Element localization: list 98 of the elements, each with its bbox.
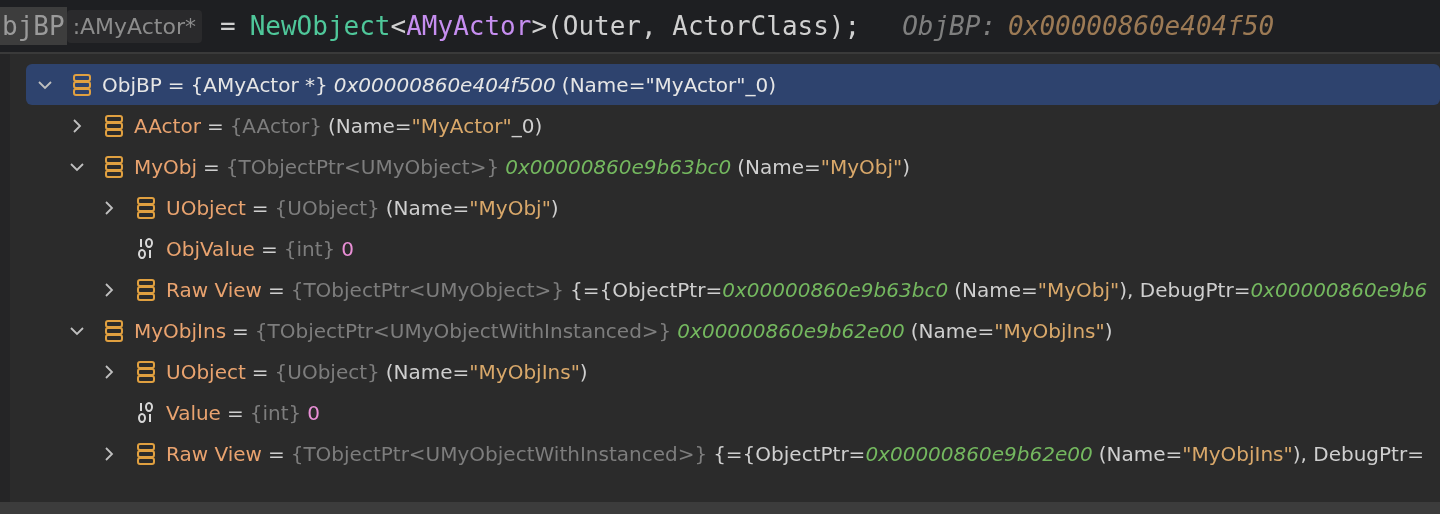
type-hint: :AMyActor* (66, 9, 202, 43)
variable-row[interactable]: MyObjIns = {TObjectPtr<UMyObjectWithInstanced>} 0x00000860e9b62e00 (Name="MyObjIns") (26, 310, 1440, 351)
code-token: AMyActor (406, 11, 532, 41)
variable-type: {TObjectPtr<UMyObject>} (290, 277, 564, 302)
variable-name: MyObjIns (134, 318, 227, 343)
variable-type: {TObjectPtr<UMyObject>} (225, 154, 500, 179)
struct-icon (72, 72, 92, 97)
equals-sign: = (260, 236, 278, 261)
equals-sign: = (251, 359, 269, 384)
variable-row[interactable]: AActor = {AActor} (Name="MyActor"_0) (26, 105, 1440, 146)
variable-name: MyObj (134, 154, 198, 179)
variable-row[interactable]: UObject = {UObject} (Name="MyObj") (26, 187, 1440, 228)
value-text: ) (1104, 318, 1113, 343)
address-value: 0x00000860e9b62e00 (865, 441, 1093, 466)
struct-icon (136, 441, 156, 466)
string-value: "MyObj" (1037, 277, 1120, 302)
value-text: (Name= (910, 318, 995, 343)
struct-icon (104, 154, 124, 179)
number-value: 0 (307, 400, 320, 425)
equals-sign: = (226, 400, 244, 425)
string-value: "MyObjIns" (994, 318, 1105, 343)
value-text: {={ObjectPtr= (713, 441, 866, 466)
value-text: ) (902, 154, 910, 179)
variable-name: ObjBP (102, 72, 162, 97)
struct-icon (136, 277, 156, 302)
value-text: (Name= (561, 72, 646, 97)
string-value: "MyObjIns" (469, 359, 580, 384)
expand-chevron-icon[interactable] (102, 446, 116, 461)
expand-chevron-icon[interactable] (70, 118, 84, 133)
equals-sign: = (267, 441, 285, 466)
equals-sign: = (206, 113, 224, 138)
code-token: = (220, 11, 236, 41)
expand-chevron-icon[interactable] (102, 282, 116, 297)
struct-icon (136, 195, 156, 220)
string-value: "MyObjIns" (1182, 441, 1293, 466)
variable-row[interactable]: Raw View = {TObjectPtr<UMyObject>} {={ObjectPtr=0x00000860e9b63bc0 (Name="MyObj"), DebugPtr=0x00000860e9b6 (26, 269, 1440, 310)
variable-type: {TObjectPtr<UMyObjectWithInstanced>} (290, 441, 708, 466)
value-text: (Name= (327, 113, 412, 138)
address-value: 0x00000860e9b63bc0 (722, 277, 949, 302)
address-value: 0x00000860e9b6 (1250, 277, 1428, 302)
variable-type: {int} (249, 400, 302, 425)
value-text: (Name= (385, 195, 470, 220)
variable-row[interactable]: Value = {int} 0 (26, 392, 1440, 433)
variable-row[interactable]: ObjValue = {int} 0 (26, 228, 1440, 269)
value-text: _0) (745, 72, 777, 97)
variable-type: {UObject} (274, 359, 380, 384)
struct-icon (104, 318, 124, 343)
variable-row[interactable]: Raw View = {TObjectPtr<UMyObjectWithInstanced>} {={ObjectPtr=0x00000860e9b62e00 (Name="MyObjIns"), DebugPtr= (26, 433, 1440, 474)
equals-sign: = (251, 195, 269, 220)
variable-name: ObjValue (166, 236, 255, 261)
variable-type: {int} (283, 236, 336, 261)
value-text: ), DebugPtr= (1119, 277, 1251, 302)
expand-chevron-icon[interactable] (102, 200, 116, 215)
variable-type: {TObjectPtr<UMyObjectWithInstanced>} (254, 318, 672, 343)
address-value: 0x00000860e404f500 (333, 72, 556, 97)
address-value: 0x00000860e9b62e00 (677, 318, 905, 343)
variable-name: AActor (134, 113, 201, 138)
code-token: >(Outer, ActorClass); (531, 11, 861, 41)
string-value: "MyActor" (645, 72, 746, 97)
variable-name: UObject (166, 195, 246, 220)
value-text: (Name= (385, 359, 470, 384)
struct-icon (104, 113, 124, 138)
variable-type: {AActor} (229, 113, 322, 138)
value-text: ) (579, 359, 588, 384)
string-value: "MyObj" (469, 195, 551, 220)
expand-chevron-icon[interactable] (102, 364, 116, 379)
value-text: {={ObjectPtr= (569, 277, 723, 302)
binary-icon (136, 236, 156, 261)
variable-row[interactable]: ObjBP = {AMyActor *} 0x00000860e404f500 (Name="MyActor"_0) (26, 64, 1440, 105)
code-token: bjBP (0, 7, 67, 45)
value-text: (Name= (737, 154, 821, 179)
variable-name: Value (166, 400, 221, 425)
value-text: (Name= (1098, 441, 1183, 466)
variable-name: UObject (166, 359, 246, 384)
debug-inline-value: ObjBP: (902, 11, 997, 41)
string-value: "MyActor" (411, 113, 512, 138)
struct-icon (136, 359, 156, 384)
value-text: (Name= (954, 277, 1038, 302)
address-value: 0x00000860e9b63bc0 (505, 154, 732, 179)
variable-type: {AMyActor *} (190, 72, 328, 97)
variable-name: Raw View (166, 277, 262, 302)
variable-type: {UObject} (274, 195, 380, 220)
code-token: < (390, 11, 407, 41)
equals-sign: = (267, 277, 285, 302)
debug-inline-value: 0x00000860e404f50 (1008, 11, 1275, 41)
variable-name: Raw View (166, 441, 262, 466)
value-text: _0) (511, 113, 543, 138)
string-value: "MyObj" (820, 154, 903, 179)
variable-row[interactable]: UObject = {UObject} (Name="MyObjIns") (26, 351, 1440, 392)
value-text: ), DebugPtr= (1292, 441, 1424, 466)
variable-row[interactable]: MyObj = {TObjectPtr<UMyObject>} 0x00000860e9b63bc0 (Name="MyObj") (26, 146, 1440, 187)
equals-sign: = (167, 72, 185, 97)
value-text: ) (550, 195, 559, 220)
binary-icon (136, 400, 156, 425)
equals-sign: = (203, 154, 220, 179)
code-token: NewObject (249, 11, 391, 41)
number-value: 0 (341, 236, 354, 261)
equals-sign: = (232, 318, 249, 343)
